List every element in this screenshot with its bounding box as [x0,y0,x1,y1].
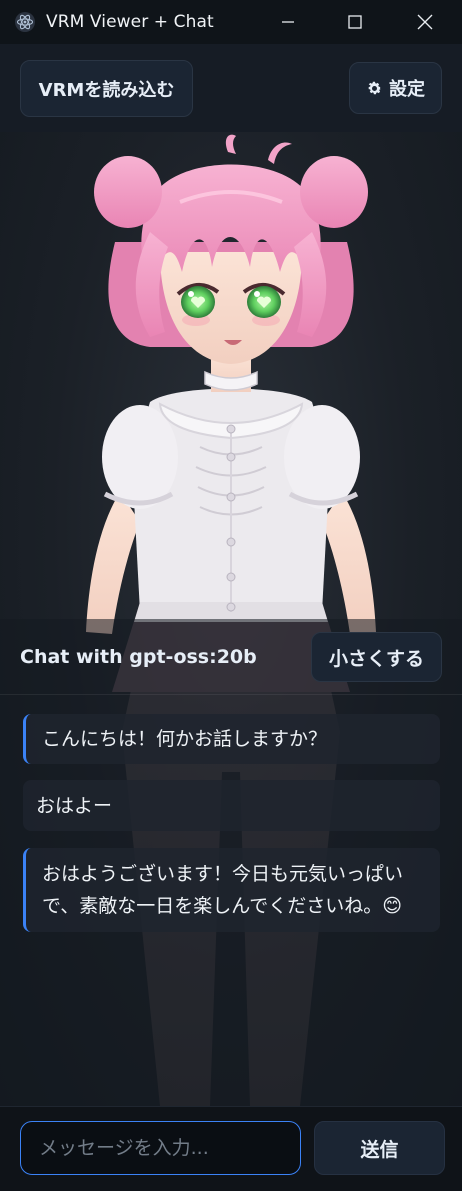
title-bar: VRM Viewer + Chat [0,0,462,44]
message-input[interactable] [20,1121,301,1175]
minimize-button[interactable] [253,0,323,44]
window-title: VRM Viewer + Chat [46,12,214,32]
top-toolbar: VRMを読み込む 設定 [0,44,462,132]
chat-message-user: おはよー [23,780,440,831]
load-vrm-button[interactable]: VRMを読み込む [20,60,193,117]
settings-button[interactable]: 設定 [349,62,442,114]
close-button[interactable] [390,0,460,44]
app-icon [15,12,35,32]
chat-input-bar: 送信 [0,1106,462,1191]
chat-panel: Chat with gpt-oss:20b 小さくする こんにちは！何かお話しま… [0,619,462,1106]
minimize-icon [282,21,294,23]
chat-title: Chat with gpt-oss:20b [20,646,257,668]
maximize-icon [348,15,362,29]
maximize-button[interactable] [320,0,390,44]
settings-label: 設定 [389,79,425,100]
gear-icon [368,81,382,94]
chat-header: Chat with gpt-oss:20b 小さくする [0,619,462,695]
close-icon [417,14,433,30]
chat-message-assistant: おはようございます！今日も元気いっぱいで、素敵な一日を楽しんでくださいね。😊 [23,848,440,932]
send-button[interactable]: 送信 [314,1121,445,1175]
chat-message-assistant: こんにちは！何かお話しますか？ [23,714,440,764]
minimize-chat-button[interactable]: 小さくする [311,632,442,682]
